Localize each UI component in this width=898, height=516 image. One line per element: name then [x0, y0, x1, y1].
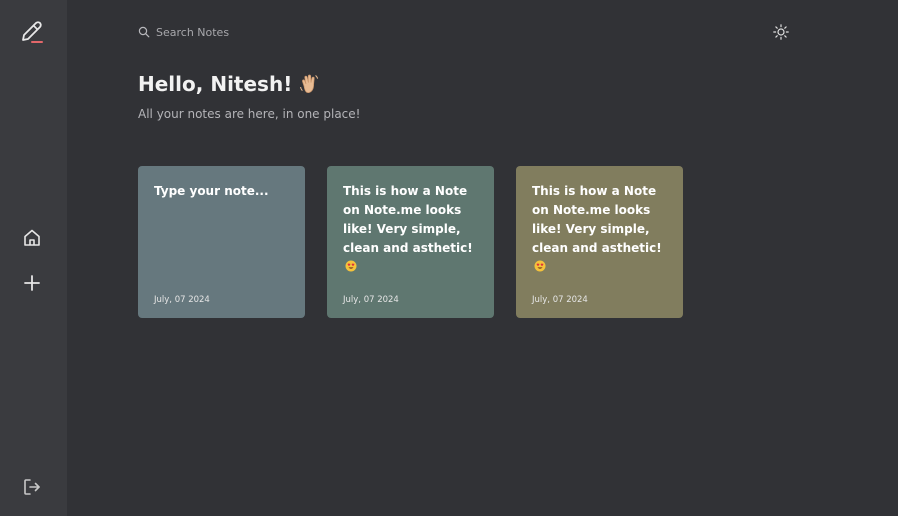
- greeting-prefix: Hello,: [138, 72, 211, 96]
- note-date: July, 07 2024: [532, 295, 588, 305]
- note-card[interactable]: This is how a Note on Note.me looks like…: [516, 166, 683, 318]
- logo-pencil-button[interactable]: [17, 17, 47, 47]
- theme-toggle-button[interactable]: [771, 22, 791, 42]
- sun-icon: [773, 24, 789, 40]
- note-date: July, 07 2024: [343, 295, 399, 305]
- home-button[interactable]: [17, 223, 47, 253]
- heart-eyes-emoji-icon: [534, 259, 546, 278]
- note-card[interactable]: Type your note... July, 07 2024: [138, 166, 305, 318]
- home-icon: [24, 229, 40, 246]
- note-text: This is how a Note on Note.me looks like…: [343, 184, 473, 255]
- heart-eyes-emoji-icon: [345, 259, 357, 278]
- search-input[interactable]: [156, 25, 376, 39]
- note-text: Type your note...: [154, 184, 269, 198]
- greeting-suffix: !: [283, 72, 293, 96]
- logout-button[interactable]: [17, 472, 47, 502]
- pencil-icon: [22, 21, 43, 43]
- plus-icon: [24, 275, 40, 291]
- search-bar: [138, 22, 398, 42]
- note-text: This is how a Note on Note.me looks like…: [532, 184, 662, 255]
- logout-icon: [24, 479, 40, 495]
- note-card[interactable]: This is how a Note on Note.me looks like…: [327, 166, 494, 318]
- note-date: July, 07 2024: [154, 295, 210, 305]
- search-icon: [138, 26, 150, 38]
- page-subtitle: All your notes are here, in one place!: [138, 107, 361, 121]
- waving-hand-icon: [298, 73, 320, 95]
- user-name: Nitesh: [210, 72, 284, 96]
- add-note-button[interactable]: [17, 268, 47, 298]
- sidebar: [0, 0, 67, 516]
- main-content: Hello, Nitesh! All your notes are here, …: [67, 0, 898, 516]
- app: Hello, Nitesh! All your notes are here, …: [0, 0, 898, 516]
- greeting-heading: Hello, Nitesh!: [138, 72, 320, 96]
